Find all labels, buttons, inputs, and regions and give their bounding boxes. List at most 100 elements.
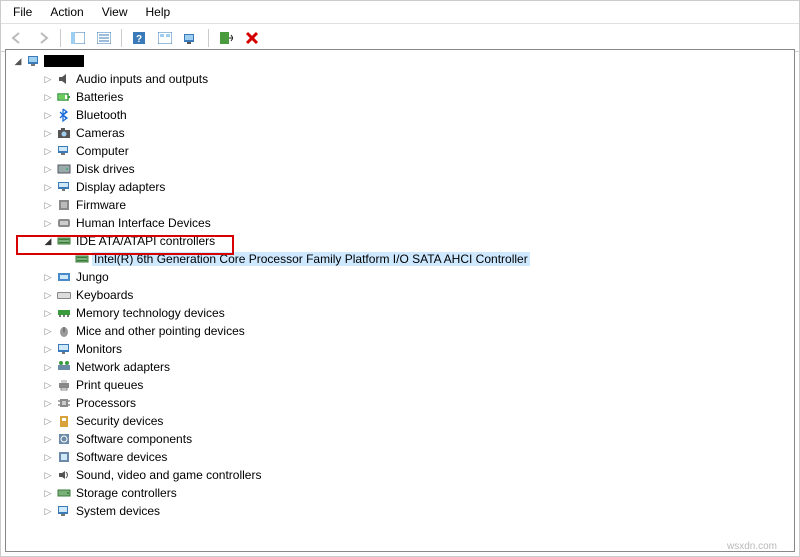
chevron-right-icon[interactable]: ▷ bbox=[42, 325, 54, 337]
tree-category-node[interactable]: ▷ Audio inputs and outputs bbox=[12, 70, 794, 88]
storage-icon bbox=[56, 485, 72, 501]
chevron-right-icon[interactable]: ▷ bbox=[42, 361, 54, 373]
jungo-icon bbox=[56, 269, 72, 285]
system-icon bbox=[56, 503, 72, 519]
tree-node-label: Display adapters bbox=[74, 180, 167, 194]
chevron-right-icon[interactable]: ▷ bbox=[42, 469, 54, 481]
chevron-right-icon[interactable]: ▷ bbox=[42, 379, 54, 391]
chevron-right-icon[interactable]: ▷ bbox=[42, 271, 54, 283]
chevron-right-icon[interactable]: ▷ bbox=[42, 397, 54, 409]
show-hide-console-button[interactable] bbox=[66, 27, 90, 49]
tree-category-node[interactable]: ▷ Firmware bbox=[12, 196, 794, 214]
tree-node-label: Computer bbox=[74, 144, 131, 158]
tree-category-node[interactable]: ▷ Cameras bbox=[12, 124, 794, 142]
chevron-down-icon[interactable]: ◢ bbox=[42, 235, 54, 247]
tree-category-node[interactable]: ▷Bluetooth bbox=[12, 106, 794, 124]
help-button[interactable]: ? bbox=[127, 27, 151, 49]
tree-category-node[interactable]: ▷ Software components bbox=[12, 430, 794, 448]
tree-category-node[interactable]: ▷ Sound, video and game controllers bbox=[12, 466, 794, 484]
properties-button[interactable] bbox=[92, 27, 116, 49]
chevron-right-icon[interactable]: ▷ bbox=[42, 181, 54, 193]
chevron-right-icon[interactable]: ▷ bbox=[42, 91, 54, 103]
chevron-right-icon[interactable]: ▷ bbox=[42, 127, 54, 139]
tree-device-node[interactable]: Intel(R) 6th Generation Core Processor F… bbox=[12, 250, 794, 268]
tree-node-label: Mice and other pointing devices bbox=[74, 324, 247, 338]
tree-node-label: Firmware bbox=[74, 198, 128, 212]
chevron-right-icon[interactable]: ▷ bbox=[42, 145, 54, 157]
tree-category-node[interactable]: ▷Memory technology devices bbox=[12, 304, 794, 322]
tree-root-node[interactable]: ◢ bbox=[12, 52, 794, 70]
tree-category-node[interactable]: ▷ Batteries bbox=[12, 88, 794, 106]
tree-category-node[interactable]: ▷Keyboards bbox=[12, 286, 794, 304]
tree-category-node[interactable]: ▷ Monitors bbox=[12, 340, 794, 358]
tree-category-node[interactable]: ◢IDE ATA/ATAPI controllers bbox=[12, 232, 794, 250]
tree-category-node[interactable]: ▷System devices bbox=[12, 502, 794, 520]
chevron-right-icon[interactable]: ▷ bbox=[42, 451, 54, 463]
chevron-right-icon[interactable]: ▷ bbox=[42, 163, 54, 175]
tree-category-node[interactable]: ▷ Display adapters bbox=[12, 178, 794, 196]
chevron-right-icon[interactable]: ▷ bbox=[42, 433, 54, 445]
chevron-right-icon[interactable]: ▷ bbox=[42, 73, 54, 85]
chevron-right-icon[interactable]: ▷ bbox=[42, 415, 54, 427]
tree-node-label: Cameras bbox=[74, 126, 127, 140]
chevron-right-icon[interactable]: ▷ bbox=[42, 487, 54, 499]
view-devices-button[interactable] bbox=[153, 27, 177, 49]
menu-file[interactable]: File bbox=[5, 3, 40, 21]
chevron-right-icon[interactable]: ▷ bbox=[42, 505, 54, 517]
console-tree-icon bbox=[71, 32, 85, 44]
tree-category-node[interactable]: ▷ Print queues bbox=[12, 376, 794, 394]
device-tree-pane[interactable]: ◢ ▷ Audio inputs and outputs ▷ Batteries ▷Blu… bbox=[5, 49, 795, 552]
toolbar-separator bbox=[121, 29, 122, 47]
help-icon: ? bbox=[132, 31, 146, 45]
enable-device-button[interactable] bbox=[214, 27, 238, 49]
chevron-down-icon[interactable]: ◢ bbox=[12, 55, 24, 67]
tree-node-label: Audio inputs and outputs bbox=[74, 72, 210, 86]
tree-node-label: Batteries bbox=[74, 90, 125, 104]
tree-category-node[interactable]: ▷Storage controllers bbox=[12, 484, 794, 502]
menu-help[interactable]: Help bbox=[138, 3, 179, 21]
tree-category-node[interactable]: ▷Security devices bbox=[12, 412, 794, 430]
softcomp-icon bbox=[56, 431, 72, 447]
scan-hardware-button[interactable] bbox=[179, 27, 203, 49]
chevron-right-icon[interactable]: ▷ bbox=[42, 199, 54, 211]
devices-icon bbox=[158, 32, 172, 44]
toolbar-separator bbox=[208, 29, 209, 47]
tree-category-node[interactable]: ▷ Computer bbox=[12, 142, 794, 160]
tree-category-node[interactable]: ▷ Network adapters bbox=[12, 358, 794, 376]
tree-node-label: Software devices bbox=[74, 450, 169, 464]
tree-category-node[interactable]: ▷ Software devices bbox=[12, 448, 794, 466]
arrow-right-icon bbox=[36, 31, 50, 45]
computer-name-redacted bbox=[44, 55, 84, 67]
tree-category-node[interactable]: ▷ Mice and other pointing devices bbox=[12, 322, 794, 340]
sound-icon bbox=[56, 467, 72, 483]
softdev-icon bbox=[56, 449, 72, 465]
tree-node-label: Monitors bbox=[74, 342, 124, 356]
tree-node-label: Software components bbox=[74, 432, 194, 446]
chevron-right-icon[interactable]: ▷ bbox=[42, 343, 54, 355]
tree-node-label: Sound, video and game controllers bbox=[74, 468, 263, 482]
speaker-icon bbox=[56, 71, 72, 87]
svg-text:?: ? bbox=[136, 34, 142, 45]
menu-view[interactable]: View bbox=[94, 3, 136, 21]
computer-icon bbox=[26, 53, 42, 69]
menu-bar: File Action View Help bbox=[1, 1, 799, 24]
tree-node-label: Network adapters bbox=[74, 360, 172, 374]
forward-button[interactable] bbox=[31, 27, 55, 49]
back-button[interactable] bbox=[5, 27, 29, 49]
watermark: wsxdn.com bbox=[727, 541, 777, 552]
tree-category-node[interactable]: ▷Disk drives bbox=[12, 160, 794, 178]
disable-icon bbox=[245, 31, 259, 45]
tree-category-node[interactable]: ▷Jungo bbox=[12, 268, 794, 286]
menu-action[interactable]: Action bbox=[42, 3, 91, 21]
chevron-right-icon[interactable]: ▷ bbox=[42, 307, 54, 319]
chevron-right-icon[interactable]: ▷ bbox=[42, 109, 54, 121]
disk-icon bbox=[56, 161, 72, 177]
scan-icon bbox=[183, 31, 199, 45]
tree-category-node[interactable]: ▷Human Interface Devices bbox=[12, 214, 794, 232]
disable-device-button[interactable] bbox=[240, 27, 264, 49]
tree-node-label: Print queues bbox=[74, 378, 145, 392]
chevron-right-icon[interactable]: ▷ bbox=[42, 289, 54, 301]
computer-icon bbox=[56, 143, 72, 159]
chevron-right-icon[interactable]: ▷ bbox=[42, 217, 54, 229]
tree-category-node[interactable]: ▷Processors bbox=[12, 394, 794, 412]
